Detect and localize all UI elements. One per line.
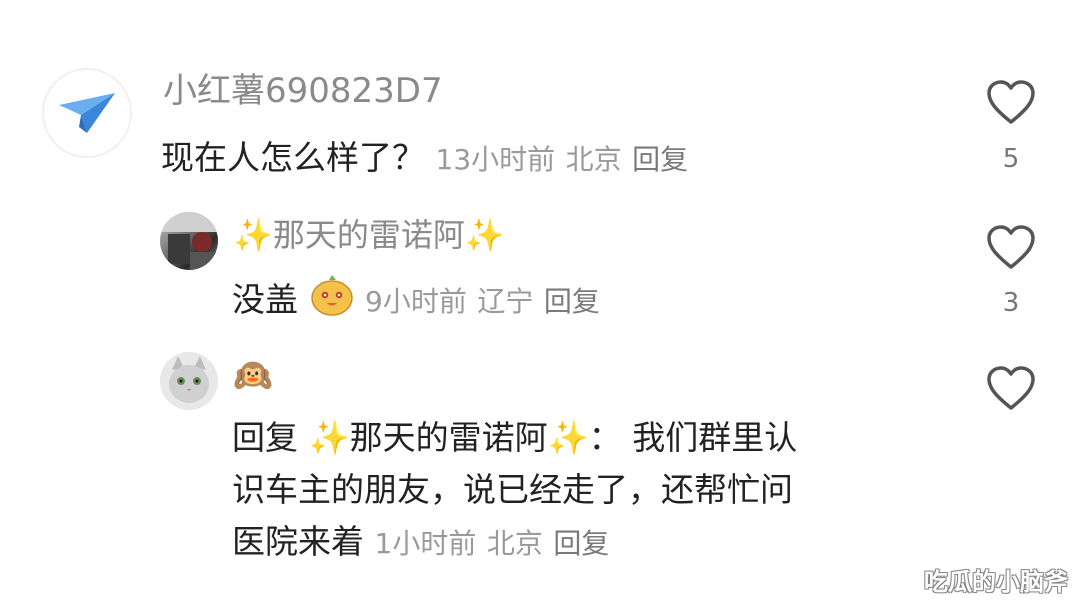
cat-avatar: [160, 352, 218, 410]
reply-button[interactable]: 回复: [553, 527, 609, 560]
comment-text-row: 没盖 9小时前 辽宁 回复: [232, 274, 600, 329]
photo-avatar: [160, 212, 218, 270]
reply-button[interactable]: 回复: [632, 143, 688, 176]
like-count: 5: [1002, 144, 1020, 174]
watermark: 吃瓜的小脑斧: [924, 568, 1068, 596]
comment-time: 1小时前: [374, 527, 477, 560]
comment-text: 现在人怎么样了？: [161, 138, 425, 177]
comment-time: 13小时前: [435, 143, 556, 176]
heart-icon[interactable]: [986, 225, 1036, 271]
reply-target-username[interactable]: ✨那天的雷诺阿✨：: [309, 418, 622, 457]
comment-text: 没盖: [232, 280, 298, 319]
avatar[interactable]: [160, 212, 218, 270]
comment-text-row: 现在人怎么样了？ 13小时前 北京 回复: [161, 134, 688, 184]
comment-text: 我们群里认: [632, 418, 798, 457]
heart-icon[interactable]: [986, 366, 1036, 412]
comment-text-row: 识车主的朋友，说已经走了，还帮忙问: [232, 466, 793, 514]
comment-time: 9小时前: [365, 285, 467, 318]
comment-username[interactable]: 小红薯690823D7: [163, 71, 443, 111]
comment-text: 医院来着: [232, 522, 364, 561]
avatar[interactable]: [42, 68, 132, 158]
reply-button[interactable]: 回复: [544, 285, 600, 318]
comment-text-row: 回复 ✨那天的雷诺阿✨： 我们群里认: [232, 414, 797, 462]
comment-location: 辽宁: [477, 285, 534, 318]
potato-emoji-icon: [309, 274, 355, 329]
comment-username[interactable]: ✨那天的雷诺阿✨: [233, 215, 505, 255]
comment-location: 北京: [565, 143, 622, 176]
comment-location: 北京: [486, 527, 543, 560]
reply-prefix: 回复: [232, 418, 298, 457]
comment-username[interactable]: 🙉: [233, 355, 273, 395]
avatar[interactable]: [160, 352, 218, 410]
comment-text: 识车主的朋友，说已经走了，还帮忙问: [232, 470, 793, 509]
paper-plane-icon: [59, 93, 115, 133]
comment-text-row: 医院来着 1小时前 北京 回复: [232, 518, 609, 568]
like-count: 3: [1002, 288, 1020, 318]
heart-icon[interactable]: [986, 80, 1036, 126]
